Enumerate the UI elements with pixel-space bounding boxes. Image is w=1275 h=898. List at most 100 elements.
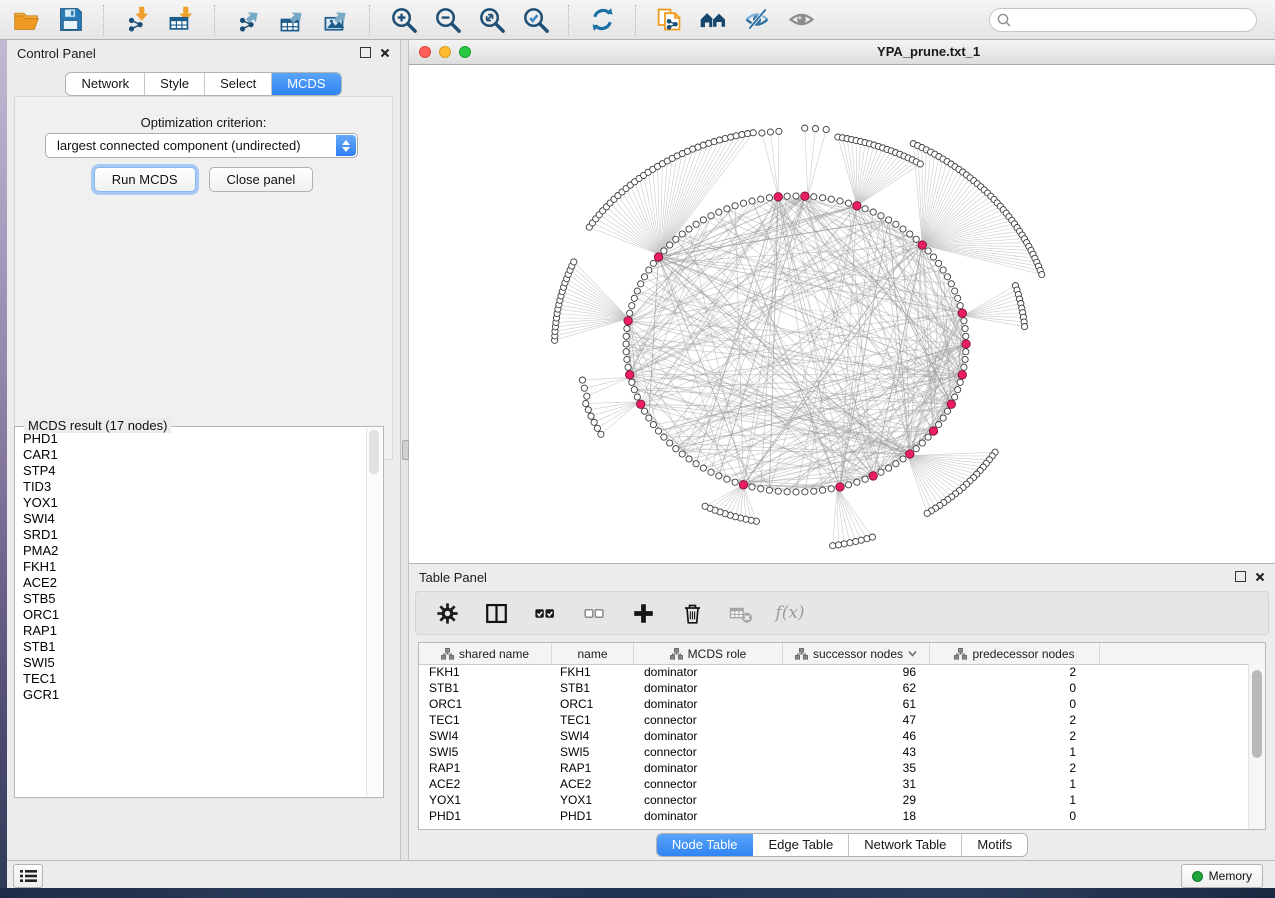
mcds-result-item[interactable]: YOX1 bbox=[16, 495, 367, 511]
maximize-window-icon[interactable] bbox=[459, 46, 471, 58]
cell: ORC1 bbox=[419, 696, 552, 712]
column-header-successor-nodes[interactable]: successor nodes bbox=[783, 643, 930, 664]
toolbar-icons bbox=[8, 3, 819, 37]
import-table-icon[interactable] bbox=[163, 3, 199, 37]
zoom-out-icon[interactable] bbox=[429, 3, 465, 37]
cell: PHD1 bbox=[552, 808, 634, 824]
column-header-mcds-role[interactable]: MCDS role bbox=[634, 643, 783, 664]
zoom-selected-icon[interactable] bbox=[517, 3, 553, 37]
delete-column-icon[interactable] bbox=[677, 598, 707, 628]
tab-network[interactable]: Network bbox=[66, 73, 145, 95]
column-header-predecessor-nodes[interactable]: predecessor nodes bbox=[930, 643, 1100, 664]
close-panel-icon[interactable] bbox=[380, 48, 390, 58]
search-input[interactable] bbox=[989, 8, 1257, 32]
tab-network-table[interactable]: Network Table bbox=[849, 834, 962, 856]
table-row[interactable]: SWI4SWI4dominator462 bbox=[419, 728, 1249, 744]
table-scrollbar-thumb[interactable] bbox=[1252, 670, 1262, 758]
table-row[interactable]: FKH1FKH1dominator962 bbox=[419, 664, 1249, 680]
mcds-result-item[interactable]: ACE2 bbox=[16, 575, 367, 591]
mcds-result-item[interactable]: FKH1 bbox=[16, 559, 367, 575]
zoom-fit-icon[interactable] bbox=[473, 3, 509, 37]
show-all-icon[interactable] bbox=[783, 3, 819, 37]
column-type-icon bbox=[441, 648, 454, 660]
import-network-icon[interactable] bbox=[119, 3, 155, 37]
mcds-result-item[interactable]: TEC1 bbox=[16, 671, 367, 687]
vertical-splitter[interactable] bbox=[400, 40, 409, 860]
table-settings-icon[interactable] bbox=[432, 598, 462, 628]
task-history-button[interactable] bbox=[13, 864, 43, 888]
cell: dominator bbox=[634, 808, 783, 824]
table-row[interactable]: YOX1YOX1connector291 bbox=[419, 792, 1249, 808]
node-table-header: shared name nameMCDS rolesuccessor nodesp… bbox=[419, 643, 1265, 665]
export-network-icon[interactable] bbox=[230, 3, 266, 37]
tab-node-table[interactable]: Node Table bbox=[657, 834, 754, 856]
mcds-result-item[interactable]: RAP1 bbox=[16, 623, 367, 639]
float-panel-icon[interactable] bbox=[360, 47, 371, 58]
save-session-icon[interactable] bbox=[52, 3, 88, 37]
select-all-icon[interactable] bbox=[530, 598, 560, 628]
mcds-result-groupbox: MCDS result (17 nodes) PHD1CAR1STP4TID3Y… bbox=[14, 426, 384, 798]
tab-mcds[interactable]: MCDS bbox=[272, 73, 340, 95]
clone-network-icon[interactable] bbox=[651, 3, 687, 37]
tab-style[interactable]: Style bbox=[145, 73, 205, 95]
table-panel-tabs: Node TableEdge TableNetwork TableMotifs bbox=[656, 833, 1028, 857]
close-window-icon[interactable] bbox=[419, 46, 431, 58]
optimization-criterion-select[interactable]: largest connected component (undirected) bbox=[45, 133, 358, 158]
mcds-result-item[interactable]: PMA2 bbox=[16, 543, 367, 559]
column-label: shared name bbox=[459, 647, 529, 661]
table-row[interactable]: ORC1ORC1dominator610 bbox=[419, 696, 1249, 712]
close-table-panel-icon[interactable] bbox=[1255, 572, 1265, 582]
memory-status-icon bbox=[1192, 871, 1203, 882]
column-type-icon bbox=[954, 648, 967, 660]
table-scrollbar[interactable] bbox=[1248, 664, 1265, 829]
zoom-in-icon[interactable] bbox=[385, 3, 421, 37]
tab-select[interactable]: Select bbox=[205, 73, 272, 95]
add-column-icon[interactable] bbox=[628, 598, 658, 628]
cell: 1 bbox=[930, 792, 1100, 808]
memory-button[interactable]: Memory bbox=[1181, 864, 1263, 888]
float-table-panel-icon[interactable] bbox=[1235, 571, 1246, 582]
network-canvas[interactable] bbox=[409, 64, 1275, 563]
mcds-result-item[interactable]: SWI4 bbox=[16, 511, 367, 527]
split-panel-icon[interactable] bbox=[481, 598, 511, 628]
table-row[interactable]: TEC1TEC1connector472 bbox=[419, 712, 1249, 728]
cell: dominator bbox=[634, 696, 783, 712]
cell: connector bbox=[634, 744, 783, 760]
column-header-shared-name[interactable]: shared name bbox=[419, 643, 552, 664]
splitter-handle-icon[interactable] bbox=[402, 440, 409, 460]
mcds-result-list: PHD1CAR1STP4TID3YOX1SWI4SRD1PMA2FKH1ACE2… bbox=[16, 428, 367, 796]
hide-selected-icon[interactable] bbox=[739, 3, 775, 37]
mcds-result-item[interactable]: SWI5 bbox=[16, 655, 367, 671]
minimize-window-icon[interactable] bbox=[439, 46, 451, 58]
open-session-icon[interactable] bbox=[8, 3, 44, 37]
mcds-result-item[interactable]: STB1 bbox=[16, 639, 367, 655]
table-row[interactable]: STB1STB1dominator620 bbox=[419, 680, 1249, 696]
mcds-result-item[interactable]: PHD1 bbox=[16, 431, 367, 447]
column-filter-icon[interactable] bbox=[908, 650, 917, 657]
tab-motifs[interactable]: Motifs bbox=[962, 834, 1027, 856]
close-panel-button[interactable]: Close panel bbox=[209, 167, 314, 192]
mcds-result-item[interactable]: CAR1 bbox=[16, 447, 367, 463]
table-row[interactable]: PHD1PHD1dominator180 bbox=[419, 808, 1249, 824]
refresh-view-icon[interactable] bbox=[584, 3, 620, 37]
column-header-name[interactable]: name bbox=[552, 643, 634, 664]
table-row[interactable]: ACE2ACE2connector311 bbox=[419, 776, 1249, 792]
run-mcds-button[interactable]: Run MCDS bbox=[94, 167, 196, 192]
mcds-result-item[interactable]: STP4 bbox=[16, 463, 367, 479]
table-row[interactable]: SWI5SWI5connector431 bbox=[419, 744, 1249, 760]
export-table-icon[interactable] bbox=[274, 3, 310, 37]
table-row[interactable]: RAP1RAP1dominator352 bbox=[419, 760, 1249, 776]
tab-edge-table[interactable]: Edge Table bbox=[753, 834, 849, 856]
mcds-result-scrollbar[interactable] bbox=[366, 428, 382, 796]
mcds-result-item[interactable]: STB5 bbox=[16, 591, 367, 607]
table-toolbar: f(x) bbox=[415, 591, 1269, 635]
mcds-result-item[interactable]: TID3 bbox=[16, 479, 367, 495]
cell: 18 bbox=[783, 808, 930, 824]
unselect-all-icon[interactable] bbox=[579, 598, 609, 628]
export-image-icon[interactable] bbox=[318, 3, 354, 37]
mcds-result-item[interactable]: ORC1 bbox=[16, 607, 367, 623]
mcds-result-item[interactable]: SRD1 bbox=[16, 527, 367, 543]
mcds-result-item[interactable]: GCR1 bbox=[16, 687, 367, 703]
column-type-icon bbox=[670, 648, 683, 660]
first-neighbors-icon[interactable] bbox=[695, 3, 731, 37]
